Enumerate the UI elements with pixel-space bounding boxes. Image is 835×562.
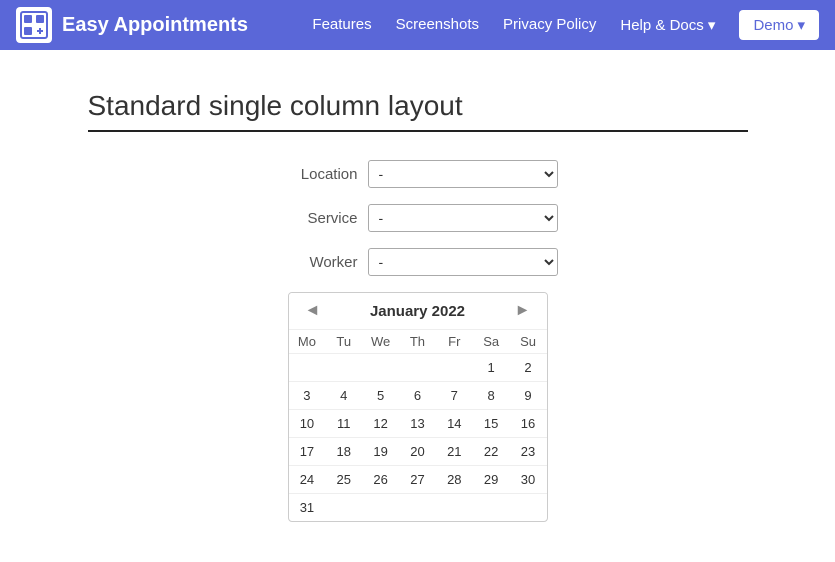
demo-button-item[interactable]: Demo ▾ xyxy=(739,10,819,40)
calendar-day[interactable]: 16 xyxy=(510,410,547,438)
calendar: ◄ January 2022 ► MoTuWeThFrSaSu 12345678… xyxy=(288,292,548,522)
worker-label: Worker xyxy=(278,254,358,271)
calendar-day[interactable]: 27 xyxy=(399,466,436,494)
chevron-down-icon: ▾ xyxy=(797,16,805,34)
calendar-day[interactable]: 19 xyxy=(362,438,399,466)
nav-item-help[interactable]: Help & Docs ▾ xyxy=(620,16,715,35)
calendar-day[interactable]: 31 xyxy=(289,494,326,522)
nav-link-screenshots[interactable]: Screenshots xyxy=(396,16,479,33)
chevron-left-icon: ◄ xyxy=(305,302,321,319)
calendar-grid: MoTuWeThFrSaSu 1234567891011121314151617… xyxy=(289,329,547,521)
calendar-day[interactable]: 29 xyxy=(473,466,510,494)
calendar-day[interactable]: 11 xyxy=(325,410,362,438)
location-group: Location - xyxy=(88,160,748,188)
calendar-day[interactable]: 3 xyxy=(289,382,326,410)
calendar-day[interactable]: 15 xyxy=(473,410,510,438)
brand-name: Easy Appointments xyxy=(62,14,248,37)
calendar-day[interactable]: 14 xyxy=(436,410,473,438)
calendar-day[interactable]: 21 xyxy=(436,438,473,466)
worker-select[interactable]: - xyxy=(368,248,558,276)
calendar-day xyxy=(325,354,362,382)
calendar-day xyxy=(473,494,510,522)
calendar-day xyxy=(289,354,326,382)
brand-icon xyxy=(16,7,52,43)
weekday-header: Fr xyxy=(436,330,473,354)
calendar-week-row: 3456789 xyxy=(289,382,547,410)
nav-item-features[interactable]: Features xyxy=(312,16,371,34)
calendar-day[interactable]: 24 xyxy=(289,466,326,494)
service-group: Service - xyxy=(88,204,748,232)
calendar-day[interactable]: 1 xyxy=(473,354,510,382)
location-label: Location xyxy=(278,166,358,183)
calendar-day[interactable]: 13 xyxy=(399,410,436,438)
calendar-day[interactable]: 17 xyxy=(289,438,326,466)
page-title: Standard single column layout xyxy=(88,90,748,122)
service-label: Service xyxy=(278,210,358,227)
nav-list: Features Screenshots Privacy Policy Help… xyxy=(312,10,819,40)
demo-button[interactable]: Demo ▾ xyxy=(739,10,819,40)
calendar-month-title: January 2022 xyxy=(370,303,465,320)
calendar-day[interactable]: 12 xyxy=(362,410,399,438)
calendar-day[interactable]: 9 xyxy=(510,382,547,410)
calendar-day[interactable]: 25 xyxy=(325,466,362,494)
calendar-day xyxy=(510,494,547,522)
calendar-day[interactable]: 23 xyxy=(510,438,547,466)
weekday-header: Mo xyxy=(289,330,326,354)
calendar-day xyxy=(436,354,473,382)
calendar-day[interactable]: 4 xyxy=(325,382,362,410)
service-select[interactable]: - xyxy=(368,204,558,232)
navbar: Easy Appointments Features Screenshots P… xyxy=(0,0,835,50)
calendar-day xyxy=(362,494,399,522)
nav-item-screenshots[interactable]: Screenshots xyxy=(396,16,479,34)
calendar-week-row: 17181920212223 xyxy=(289,438,547,466)
calendar-week-row: 10111213141516 xyxy=(289,410,547,438)
calendar-wrapper: ◄ January 2022 ► MoTuWeThFrSaSu 12345678… xyxy=(88,292,748,522)
nav-item-privacy[interactable]: Privacy Policy xyxy=(503,16,596,34)
divider xyxy=(88,130,748,132)
weekday-header: Su xyxy=(510,330,547,354)
calendar-day[interactable]: 2 xyxy=(510,354,547,382)
calendar-day[interactable]: 20 xyxy=(399,438,436,466)
nav-link-features[interactable]: Features xyxy=(312,16,371,33)
calendar-day xyxy=(436,494,473,522)
prev-month-button[interactable]: ◄ xyxy=(301,301,325,321)
next-month-button[interactable]: ► xyxy=(511,301,535,321)
calendar-day xyxy=(362,354,399,382)
calendar-day xyxy=(399,354,436,382)
calendar-day[interactable]: 10 xyxy=(289,410,326,438)
location-select[interactable]: - xyxy=(368,160,558,188)
calendar-header: ◄ January 2022 ► xyxy=(289,293,547,329)
calendar-day[interactable]: 22 xyxy=(473,438,510,466)
chevron-right-icon: ► xyxy=(515,302,531,319)
calendar-week-row: 31 xyxy=(289,494,547,522)
calendar-day xyxy=(325,494,362,522)
calendar-day xyxy=(399,494,436,522)
calendar-day[interactable]: 6 xyxy=(399,382,436,410)
main-content: Standard single column layout Location -… xyxy=(68,90,768,522)
calendar-week-row: 24252627282930 xyxy=(289,466,547,494)
brand-link[interactable]: Easy Appointments xyxy=(16,7,312,43)
calendar-day[interactable]: 7 xyxy=(436,382,473,410)
weekday-header: Sa xyxy=(473,330,510,354)
weekday-header: We xyxy=(362,330,399,354)
calendar-day[interactable]: 5 xyxy=(362,382,399,410)
chevron-down-icon: ▾ xyxy=(708,17,716,34)
calendar-weekdays-row: MoTuWeThFrSaSu xyxy=(289,330,547,354)
weekday-header: Tu xyxy=(325,330,362,354)
calendar-day[interactable]: 28 xyxy=(436,466,473,494)
nav-link-privacy[interactable]: Privacy Policy xyxy=(503,16,596,33)
calendar-day[interactable]: 18 xyxy=(325,438,362,466)
calendar-week-row: 12 xyxy=(289,354,547,382)
calendar-day[interactable]: 30 xyxy=(510,466,547,494)
nav-link-help[interactable]: Help & Docs ▾ xyxy=(620,17,715,34)
calendar-day[interactable]: 26 xyxy=(362,466,399,494)
worker-group: Worker - xyxy=(88,248,748,276)
calendar-day[interactable]: 8 xyxy=(473,382,510,410)
weekday-header: Th xyxy=(399,330,436,354)
